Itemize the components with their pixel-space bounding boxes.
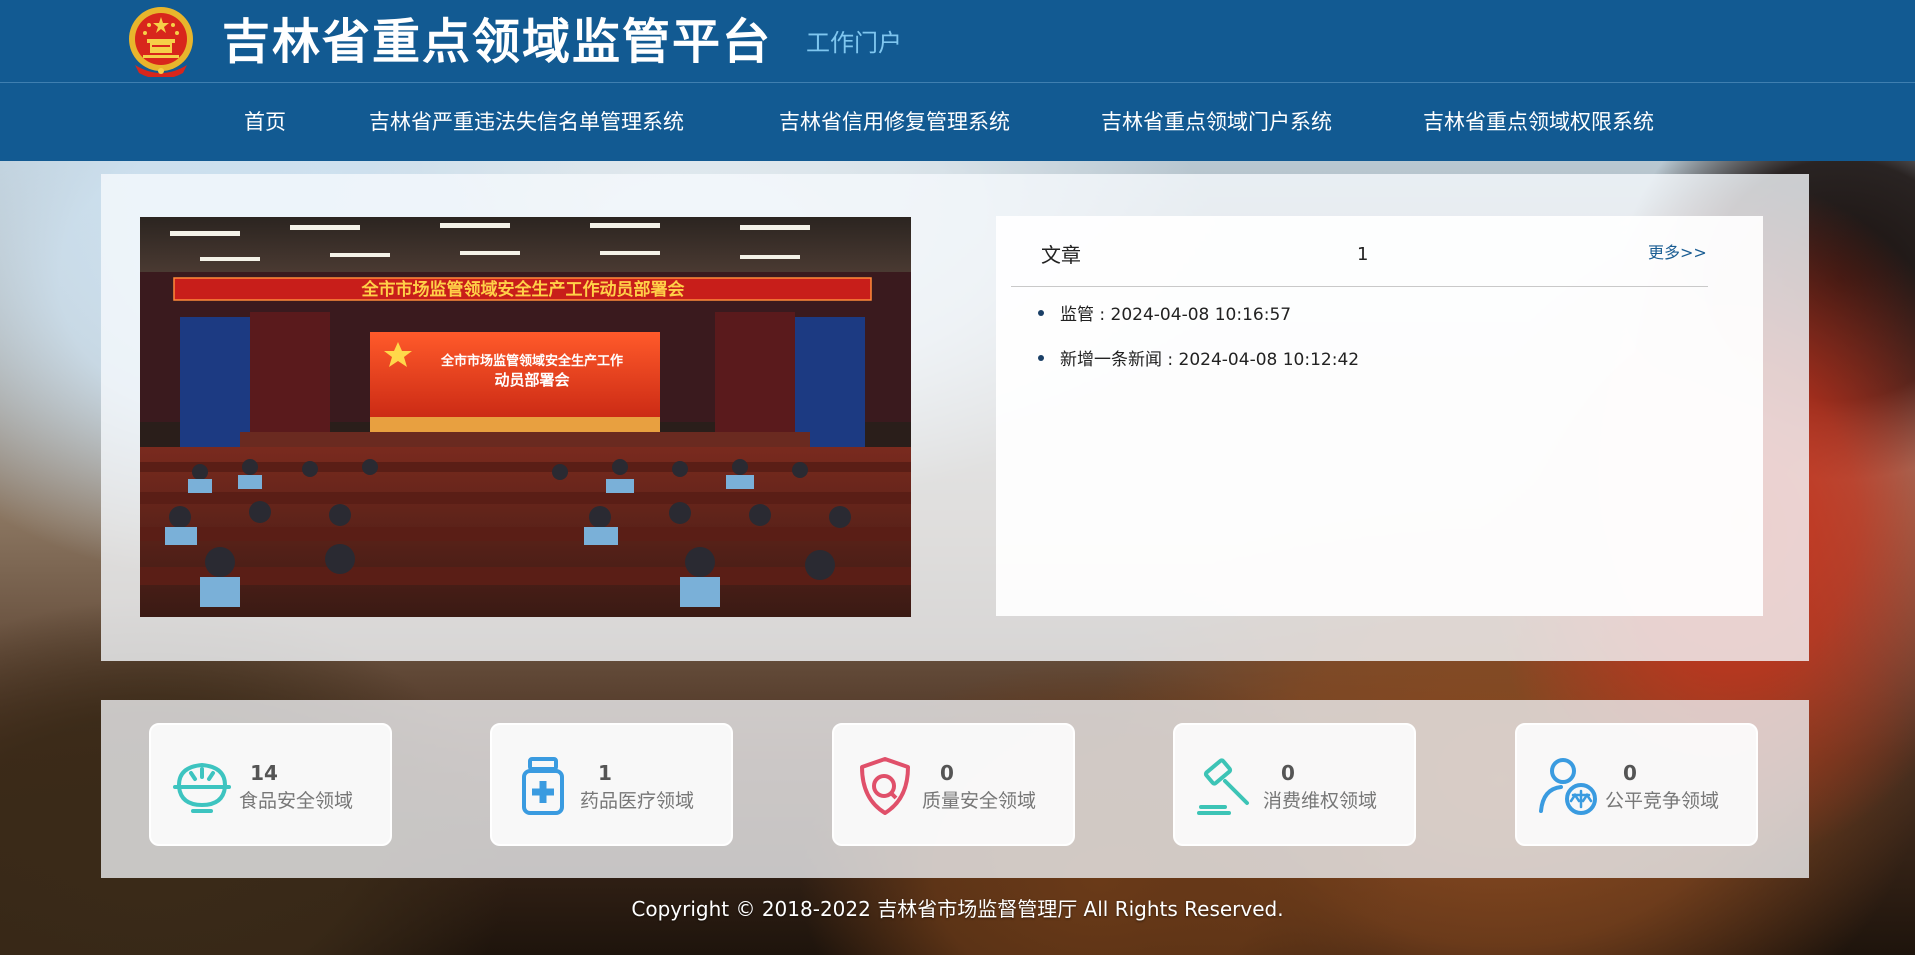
stat-card-fair-competition[interactable]: 0 公平竞争领域 <box>1515 723 1758 846</box>
main-nav: 首页 吉林省严重违法失信名单管理系统 吉林省信用修复管理系统 吉林省重点领域门户… <box>0 83 1915 161</box>
articles-more-link[interactable]: 更多>> <box>1648 242 1707 264</box>
stat-count: 0 <box>1623 761 1637 785</box>
stat-label: 质量安全领域 <box>922 790 1037 812</box>
footer-copyright: Copyright © 2018-2022 吉林省市场监督管理厅 All Rig… <box>631 897 1284 921</box>
person-scale-icon <box>1539 758 1597 815</box>
articles-title: 文章 <box>1041 243 1081 267</box>
nav-item-home[interactable]: 首页 <box>244 107 286 137</box>
medicine-bottle-icon <box>522 757 564 815</box>
site-title: 吉林省重点领域监管平台 <box>222 14 773 70</box>
nav-item-credit-repair-system[interactable]: 吉林省信用修复管理系统 <box>779 107 1010 137</box>
bullet-icon <box>1038 355 1044 361</box>
news-banner-photo[interactable]: 全市市场监管领域安全生产工作动员部署会 全市市场监管领域安全生产工作 动员部署会 <box>140 217 911 617</box>
screen-text-line1: 全市市场监管领域安全生产工作 <box>440 353 623 369</box>
stat-label: 公平竞争领域 <box>1605 790 1720 812</box>
gavel-icon <box>1197 758 1249 815</box>
national-emblem-icon <box>129 7 193 77</box>
nav-item-permission-system[interactable]: 吉林省重点领域权限系统 <box>1423 107 1654 137</box>
quality-shield-icon <box>860 757 910 815</box>
stat-label: 食品安全领域 <box>239 790 354 812</box>
article-list-item[interactable]: 监管 : 2024-04-08 10:16:57 <box>1038 303 1291 327</box>
stat-label: 消费维权领域 <box>1263 790 1378 812</box>
nav-item-dishonest-list-system[interactable]: 吉林省严重违法失信名单管理系统 <box>369 107 684 137</box>
stat-count: 1 <box>598 761 612 785</box>
stat-count: 14 <box>250 761 278 785</box>
articles-header: 文章 1 更多>> <box>1011 216 1708 287</box>
stat-card-food-safety[interactable]: 14 食品安全领域 <box>149 723 392 846</box>
stat-count: 0 <box>1281 761 1295 785</box>
article-text: 监管 : 2024-04-08 10:16:57 <box>1060 305 1292 325</box>
stat-card-consumer-rights[interactable]: 0 消费维权领域 <box>1173 723 1416 846</box>
site-header: 吉林省重点领域监管平台 工作门户 <box>0 0 1915 83</box>
banner-text: 全市市场监管领域安全生产工作动员部署会 <box>361 279 685 300</box>
stat-count: 0 <box>940 761 954 785</box>
stat-card-drug-medical[interactable]: 1 药品医疗领域 <box>490 723 733 846</box>
screen-text-line2: 动员部署会 <box>494 371 569 389</box>
stat-card-quality-safety[interactable]: 0 质量安全领域 <box>832 723 1075 846</box>
nav-item-portal-system[interactable]: 吉林省重点领域门户系统 <box>1101 107 1332 137</box>
article-text: 新增一条新闻 : 2024-04-08 10:12:42 <box>1060 350 1360 370</box>
article-list-item[interactable]: 新增一条新闻 : 2024-04-08 10:12:42 <box>1038 348 1359 372</box>
rice-bowl-icon <box>173 762 231 813</box>
meeting-hall-illustration: 全市市场监管领域安全生产工作动员部署会 全市市场监管领域安全生产工作 动员部署会 <box>140 217 911 617</box>
site-subtitle: 工作门户 <box>806 29 902 57</box>
stat-label: 药品医疗领域 <box>580 790 695 812</box>
articles-box: 文章 1 更多>> 监管 : 2024-04-08 10:16:57 新增一条新… <box>996 216 1763 616</box>
articles-count: 1 <box>1357 244 1369 265</box>
bullet-icon <box>1038 310 1044 316</box>
